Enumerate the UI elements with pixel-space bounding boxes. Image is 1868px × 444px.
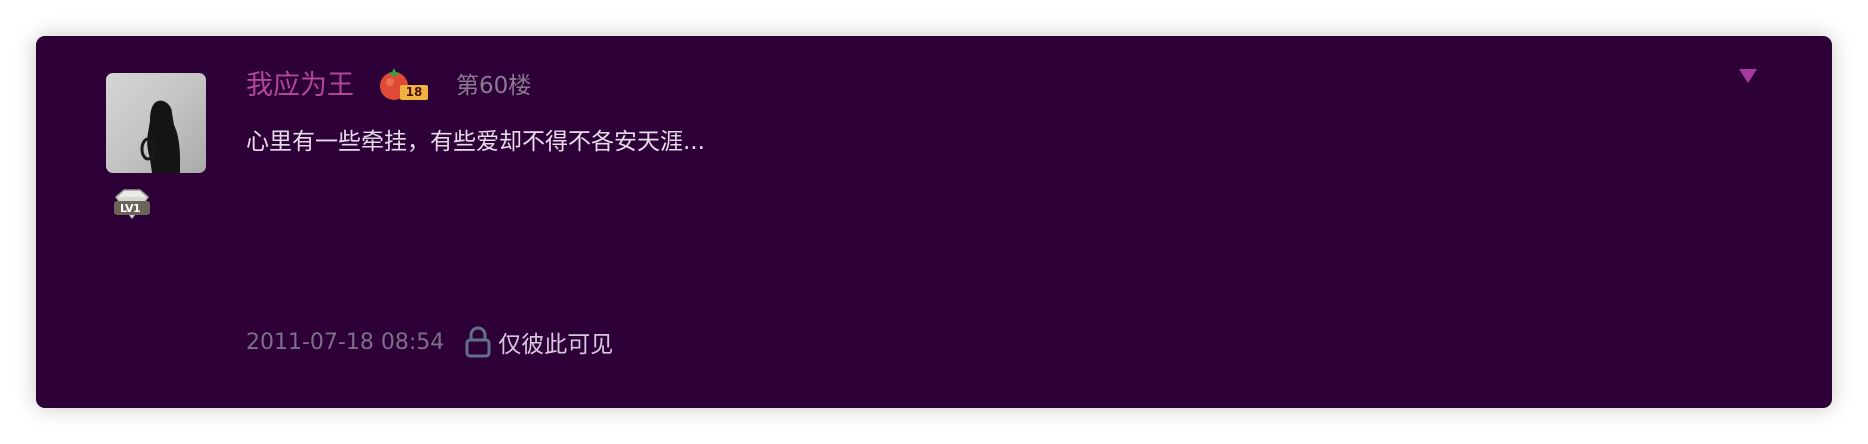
rank-badge: 18 [378,64,432,104]
floor-number: 第60楼 [456,73,532,99]
rank-value: 18 [400,85,428,100]
visibility-label: 仅彼此可见 [498,332,614,358]
level-badge: LV1 [110,188,154,222]
user-avatar[interactable] [106,73,206,173]
post-content: 心里有一些牵挂，有些爱却不得不各安天涯... [246,129,705,155]
dropdown-triangle-icon[interactable] [1736,64,1760,88]
post-card: LV1 我应为王 18 第60楼 心里有一些牵挂，有些爱却不得不各安天涯... … [36,36,1832,408]
post-meta: 2011-07-18 08:54 仅彼此可见 [246,322,613,362]
author-name[interactable]: 我应为王 [246,66,354,106]
post-timestamp: 2011-07-18 08:54 [246,329,445,355]
level-label: LV1 [120,202,141,215]
lock-icon [464,326,492,358]
avatar-silhouette-icon [140,100,180,173]
